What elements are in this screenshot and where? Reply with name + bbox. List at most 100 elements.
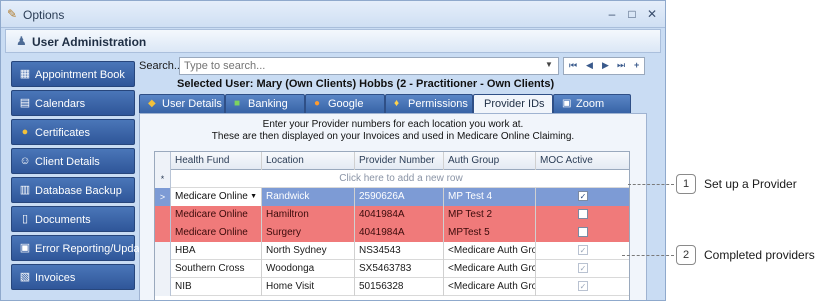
moc-active-checkbox[interactable]: ✓ (578, 191, 588, 202)
title-bar: ✎ Options – □ ✕ (1, 1, 665, 28)
close-button[interactable]: ✕ (643, 5, 661, 23)
add-new-row[interactable]: * Click here to add a new row (155, 170, 629, 188)
column-header-health-fund[interactable]: Health Fund (171, 152, 262, 170)
user-details-icon: ◆ (148, 98, 156, 109)
add-record-icon[interactable]: + (634, 60, 639, 70)
moc-active-cell (536, 206, 629, 224)
column-header-location[interactable]: Location (262, 152, 355, 170)
search-input[interactable] (179, 57, 559, 75)
location-cell[interactable]: Hamiltron (262, 206, 355, 224)
callout-1-leader-line (628, 184, 674, 185)
zoom-icon: ▣ (562, 98, 572, 109)
location-cell[interactable]: North Sydney (262, 242, 355, 260)
instructions-line-1: Enter your Provider numbers for each loc… (262, 119, 524, 130)
provider-number-cell[interactable]: SX5463783 (355, 260, 444, 278)
auth-group-cell[interactable]: MP Test 2 (444, 206, 536, 224)
chevron-down-icon[interactable]: ▼ (250, 188, 257, 206)
sidebar-item-label: Invoices (35, 272, 76, 284)
options-app-icon: ✎ (7, 7, 18, 21)
table-row[interactable]: > Medicare Online ▼ Randwick 2590626A MP … (155, 188, 629, 206)
moc-active-cell: ✓ (536, 278, 629, 296)
sidebar-item-certificates[interactable]: ● Certificates (11, 119, 135, 145)
column-header-provider-number[interactable]: Provider Number (355, 152, 444, 170)
sidebar-item-database-backup[interactable]: ▥ Database Backup (11, 177, 135, 203)
moc-active-checkbox[interactable] (578, 227, 588, 238)
appointment-book-icon: ▦ (19, 68, 31, 80)
location-cell[interactable]: Surgery (262, 224, 355, 242)
callout-2-text: Completed providers (704, 248, 815, 262)
provider-number-cell[interactable]: 4041984A (355, 224, 444, 242)
tab-provider-ids[interactable]: Provider IDs (473, 94, 553, 114)
new-row-marker: * (155, 170, 171, 188)
callout-2-badge: 2 (676, 245, 696, 265)
next-record-icon[interactable]: ▶ (602, 60, 609, 71)
selected-user-label: Selected User: Mary (Own Clients) Hobbs … (177, 78, 555, 90)
moc-active-checkbox[interactable]: ✓ (578, 281, 588, 292)
health-fund-cell[interactable]: Medicare Online (171, 206, 262, 224)
health-fund-cell[interactable]: Southern Cross (171, 260, 262, 278)
add-new-row-text[interactable]: Click here to add a new row (171, 170, 629, 188)
health-fund-cell[interactable]: Medicare Online (171, 224, 262, 242)
tab-permissions[interactable]: ♦ Permissions (385, 94, 473, 113)
tab-banking[interactable]: ■ Banking (225, 94, 305, 113)
health-fund-dropdown[interactable]: Medicare Online ▼ (171, 188, 262, 206)
table-row[interactable]: Medicare Online Hamiltron 4041984A MP Te… (155, 206, 629, 224)
minimize-button[interactable]: – (603, 5, 621, 23)
grid-header-row: Health Fund Location Provider Number Aut… (155, 152, 629, 170)
moc-active-cell: ✓ (536, 242, 629, 260)
provider-number-cell[interactable]: NS34543 (355, 242, 444, 260)
tab-user-details[interactable]: ◆ User Details (139, 94, 225, 113)
tab-google[interactable]: ● Google (305, 94, 385, 113)
chevron-down-icon[interactable]: ▼ (545, 60, 553, 69)
user-icon: ♟ (16, 34, 27, 48)
table-row[interactable]: Medicare Online Surgery 4041984A MPTest … (155, 224, 629, 242)
current-row-indicator: > (155, 188, 171, 206)
column-header-auth-group[interactable]: Auth Group (444, 152, 536, 170)
table-row[interactable]: HBA North Sydney NS34543 <Medicare Auth … (155, 242, 629, 260)
instructions-line-2: These are then displayed on your Invoice… (211, 131, 575, 142)
row-indicator (155, 278, 171, 296)
row-indicator (155, 206, 171, 224)
auth-group-cell[interactable]: <Medicare Auth Gro... (444, 278, 536, 296)
column-header-moc-active[interactable]: MOC Active (536, 152, 629, 170)
moc-active-cell (536, 224, 629, 242)
auth-group-cell[interactable]: MP Test 4 (444, 188, 536, 206)
section-header: ♟ User Administration (5, 29, 661, 53)
previous-record-icon[interactable]: ◀ (586, 60, 593, 71)
provider-number-cell[interactable]: 50156328 (355, 278, 444, 296)
auth-group-cell[interactable]: <Medicare Auth Gro... (444, 260, 536, 278)
sidebar-item-client-details[interactable]: ☺ Client Details (11, 148, 135, 174)
tab-zoom[interactable]: ▣ Zoom (553, 94, 631, 113)
invoice-icon: ▧ (19, 271, 31, 283)
location-cell[interactable]: Woodonga (262, 260, 355, 278)
sidebar-item-appointment-book[interactable]: ▦ Appointment Book (11, 61, 135, 87)
callout-2-leader-line (622, 255, 674, 256)
auth-group-cell[interactable]: <Medicare Auth Gro... (444, 242, 536, 260)
sidebar-item-label: Documents (35, 214, 91, 226)
moc-active-checkbox[interactable]: ✓ (578, 245, 588, 256)
moc-active-checkbox[interactable]: ✓ (578, 263, 588, 274)
maximize-button[interactable]: □ (623, 5, 641, 23)
options-window: ✎ Options – □ ✕ ♟ User Administration ▦ … (0, 0, 666, 301)
table-row[interactable]: NIB Home Visit 50156328 <Medicare Auth G… (155, 278, 629, 296)
moc-active-checkbox[interactable] (578, 209, 588, 220)
sidebar-item-documents[interactable]: ▯ Documents (11, 206, 135, 232)
table-row[interactable]: Southern Cross Woodonga SX5463783 <Medic… (155, 260, 629, 278)
sidebar-item-label: Calendars (35, 98, 86, 110)
permissions-icon: ♦ (394, 98, 400, 109)
sidebar-item-error-reporting[interactable]: ▣ Error Reporting/Updates (11, 235, 154, 261)
first-record-icon[interactable]: ⏮ (569, 60, 577, 71)
tab-label: User Details (162, 98, 222, 110)
sidebar-item-label: Client Details (35, 156, 100, 168)
provider-number-cell[interactable]: 4041984A (355, 206, 444, 224)
record-navigator: ⏮ ◀ ▶ ⏭ + (563, 57, 645, 75)
sidebar-item-calendars[interactable]: ▤ Calendars (11, 90, 135, 116)
last-record-icon[interactable]: ⏭ (617, 60, 625, 71)
provider-number-cell[interactable]: 2590626A (355, 188, 444, 206)
sidebar-item-invoices[interactable]: ▧ Invoices (11, 264, 135, 290)
location-cell[interactable]: Randwick (262, 188, 355, 206)
location-cell[interactable]: Home Visit (262, 278, 355, 296)
health-fund-cell[interactable]: NIB (171, 278, 262, 296)
health-fund-cell[interactable]: HBA (171, 242, 262, 260)
auth-group-cell[interactable]: MPTest 5 (444, 224, 536, 242)
